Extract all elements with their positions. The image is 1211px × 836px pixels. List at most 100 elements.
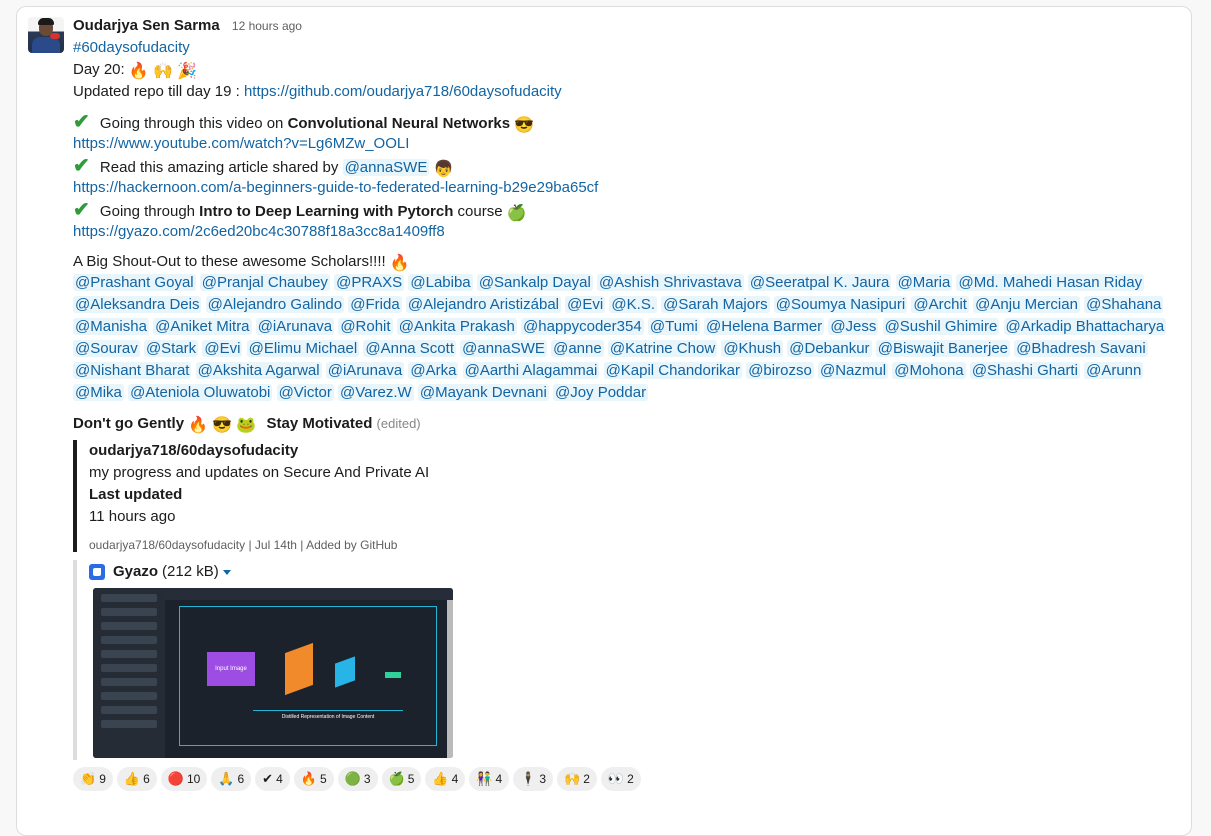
- mention[interactable]: @Frida: [348, 296, 402, 313]
- mention[interactable]: @annaSWE: [460, 340, 547, 357]
- mention[interactable]: @Ashish Shrivastava: [596, 274, 744, 291]
- mention[interactable]: @Arkadip Bhattacharya: [1003, 318, 1167, 335]
- mention[interactable]: @Kapil Chandorikar: [603, 362, 743, 379]
- mention[interactable]: @Aniket Mitra: [153, 318, 252, 335]
- mention[interactable]: @Varez.W: [338, 384, 414, 401]
- mention[interactable]: @Shahana: [1084, 296, 1164, 313]
- attachment-title[interactable]: oudarjya718/60daysofudacity: [89, 440, 493, 462]
- fire-icon: 🔥: [128, 63, 149, 80]
- mention[interactable]: @Arka: [408, 362, 459, 379]
- mention[interactable]: @Archit: [911, 296, 969, 313]
- attachment-footer: oudarjya718/60daysofudacity | Jul 14th |…: [89, 538, 398, 552]
- chevron-down-icon[interactable]: [222, 569, 231, 575]
- mention[interactable]: @Sourav: [73, 340, 140, 357]
- reaction-pill[interactable]: ✔ 4: [255, 767, 290, 791]
- mention[interactable]: @Seeratpal K. Jaura: [747, 274, 892, 291]
- mention-annaswe[interactable]: @annaSWE: [342, 159, 430, 176]
- preview-caption: Distilled Representation of Image Conten…: [281, 714, 375, 720]
- footer-repo[interactable]: oudarjya718/60daysofudacity: [89, 538, 245, 552]
- reaction-pill[interactable]: 🙏 6: [211, 767, 252, 791]
- mention[interactable]: @Pranjal Chaubey: [199, 274, 330, 291]
- mention[interactable]: @Anju Mercian: [973, 296, 1080, 313]
- mention[interactable]: @Maria: [895, 274, 953, 291]
- reaction-pill[interactable]: 👫 4: [469, 767, 510, 791]
- repo-link[interactable]: https://github.com/oudarjya718/60daysofu…: [244, 83, 562, 100]
- mention[interactable]: @iArunava: [325, 362, 405, 379]
- reaction-count: 5: [407, 772, 415, 786]
- mention[interactable]: @Khush: [721, 340, 784, 357]
- mention[interactable]: @happycoder354: [521, 318, 644, 335]
- timestamp[interactable]: 12 hours ago: [232, 19, 302, 33]
- check-icon: ✔: [73, 111, 90, 133]
- reaction-pill[interactable]: 🔥 5: [293, 767, 334, 791]
- item-1-text: Going through this video on: [95, 115, 288, 132]
- mention[interactable]: @PRAXS: [334, 274, 405, 291]
- mention[interactable]: @Anna Scott: [363, 340, 456, 357]
- mention[interactable]: @Sarah Majors: [661, 296, 770, 313]
- gyazo-link[interactable]: https://gyazo.com/2c6ed20bc4c30788f18a3c…: [73, 223, 445, 240]
- mention[interactable]: @Shashi Gharti: [969, 362, 1080, 379]
- mention[interactable]: @Alejandro Aristizábal: [405, 296, 561, 313]
- mention[interactable]: @Stark: [143, 340, 199, 357]
- gyazo-preview-image[interactable]: Input Image Distilled Representation of …: [93, 588, 453, 758]
- mention[interactable]: @Nishant Bharat: [73, 362, 192, 379]
- mention[interactable]: @Mika: [73, 384, 124, 401]
- mention[interactable]: @Mayank Devnani: [417, 384, 549, 401]
- mention[interactable]: @Md. Mahedi Hasan Riday: [956, 274, 1145, 291]
- reaction-pill[interactable]: 👏 9: [73, 767, 113, 791]
- mention[interactable]: @anne: [551, 340, 604, 357]
- reaction-pill[interactable]: 👀 2: [600, 767, 641, 791]
- mention[interactable]: @Ateniola Oluwatobi: [128, 384, 273, 401]
- mention[interactable]: @Rohit: [338, 318, 393, 335]
- mention[interactable]: @Debankur: [787, 340, 872, 357]
- mention[interactable]: @Mohona: [892, 362, 966, 379]
- mention[interactable]: @Bhadresh Savani: [1014, 340, 1148, 357]
- reaction-pill[interactable]: 🔴 10: [160, 767, 208, 791]
- mention[interactable]: @Manisha: [73, 318, 149, 335]
- mention[interactable]: @Sankalp Dayal: [476, 274, 593, 291]
- mention[interactable]: @Jess: [828, 318, 879, 335]
- mention[interactable]: @Nazmul: [817, 362, 889, 379]
- mention[interactable]: @Helena Barmer: [704, 318, 825, 335]
- reaction-pill[interactable]: 🟢 3: [337, 767, 378, 791]
- mention[interactable]: @Labiba: [408, 274, 473, 291]
- reaction-count: 5: [319, 772, 327, 786]
- mention[interactable]: @Aarthi Alagammai: [462, 362, 600, 379]
- reaction-pill[interactable]: 🍏 5: [381, 767, 422, 791]
- mention[interactable]: @Elimu Michael: [246, 340, 360, 357]
- mention[interactable]: @Ankita Prakash: [396, 318, 517, 335]
- reaction-count: 2: [583, 772, 590, 786]
- reaction-pill[interactable]: 🕴 3: [513, 767, 554, 791]
- mention[interactable]: @Sushil Ghimire: [882, 318, 1000, 335]
- mention[interactable]: @Joy Poddar: [552, 384, 649, 401]
- reaction-pill[interactable]: 👍 4: [425, 767, 466, 791]
- reaction-pill[interactable]: 🙌 2: [557, 767, 597, 791]
- mention[interactable]: @Tumi: [647, 318, 700, 335]
- mention[interactable]: @Evi: [202, 340, 243, 357]
- hackernoon-link[interactable]: https://hackernoon.com/a-beginners-guide…: [73, 179, 598, 196]
- mention[interactable]: @Biswajit Banerjee: [875, 340, 1011, 357]
- mention[interactable]: @Aleksandra Deis: [73, 296, 202, 313]
- mention[interactable]: @Prashant Goyal: [73, 274, 196, 291]
- closing-text-1: Don't go Gently: [73, 415, 185, 432]
- author-name[interactable]: Oudarjya Sen Sarma: [73, 17, 220, 34]
- mention[interactable]: @Evi: [565, 296, 606, 313]
- reaction-count: 4: [451, 772, 459, 786]
- mention[interactable]: @iArunava: [255, 318, 335, 335]
- reaction-count: 6: [237, 772, 245, 786]
- mention[interactable]: @Alejandro Galindo: [205, 296, 345, 313]
- mention[interactable]: @birozso: [746, 362, 814, 379]
- gyazo-attachment: Gyazo (212 kB) Input Image Distilled Rep…: [73, 560, 473, 760]
- check-icon: ✔: [73, 155, 90, 177]
- mention[interactable]: @Soumya Nasipuri: [773, 296, 908, 313]
- mention[interactable]: @Victor: [276, 384, 334, 401]
- mention[interactable]: @Akshita Agarwal: [195, 362, 322, 379]
- hashtag-link[interactable]: #60daysofudacity: [73, 39, 190, 56]
- mention[interactable]: @Katrine Chow: [607, 340, 718, 357]
- youtube-link[interactable]: https://www.youtube.com/watch?v=Lg6MZw_O…: [73, 135, 409, 152]
- avatar[interactable]: [28, 17, 64, 53]
- mention[interactable]: @K.S.: [609, 296, 657, 313]
- reaction-pill[interactable]: 👍 6: [116, 767, 157, 791]
- party-popper-icon: 🎉: [177, 63, 197, 80]
- mention[interactable]: @Arunn: [1084, 362, 1144, 379]
